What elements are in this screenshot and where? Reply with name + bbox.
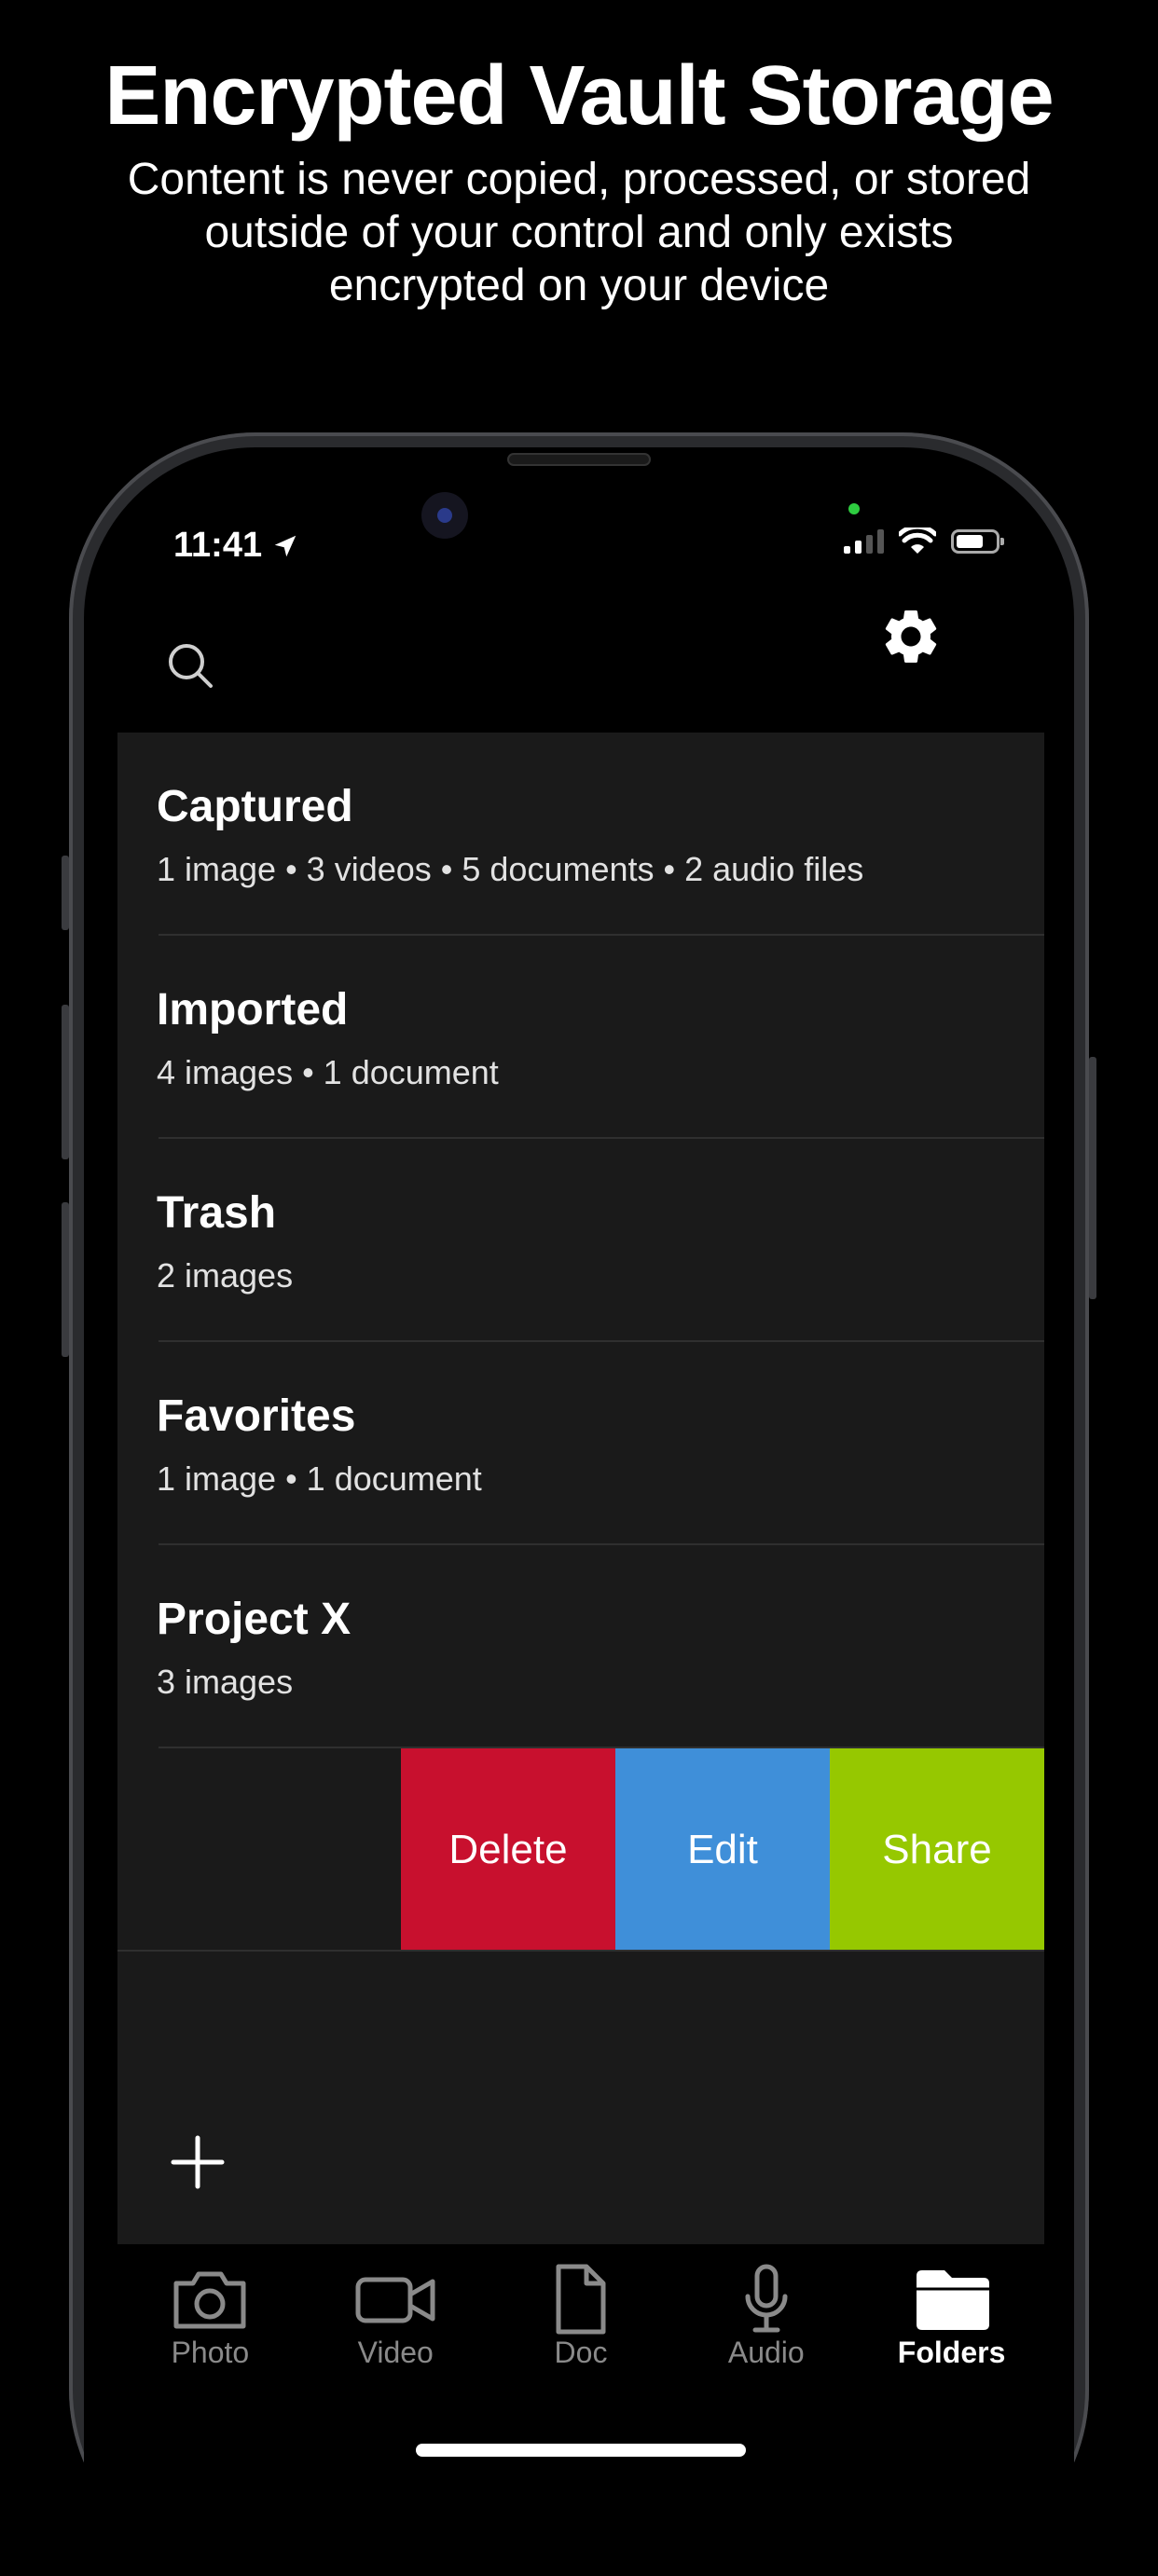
tab-label: Audio xyxy=(727,2336,805,2369)
folder-meta: 1 image • 1 document xyxy=(157,1459,482,1498)
phone-side-button xyxy=(62,856,69,930)
cellular-signal-icon xyxy=(844,529,884,554)
phone-screen: 11:41 Captured 1 image • 3 videos • 5 do… xyxy=(84,447,1074,2576)
folder-meta: 4 images • 1 document xyxy=(157,1053,499,1091)
speaker xyxy=(509,455,649,464)
edit-button[interactable]: Edit xyxy=(615,1748,830,1952)
phone-power-button xyxy=(1089,1057,1096,1299)
tab-label: Video xyxy=(357,2336,434,2369)
home-indicator[interactable] xyxy=(416,2444,746,2457)
tab-bar: Photo Video Doc Audio Folders xyxy=(117,2244,1044,2393)
plus-icon xyxy=(171,2135,225,2189)
settings-button[interactable] xyxy=(878,604,944,669)
folder-row-project-x[interactable]: Project X 3 images xyxy=(117,1545,1044,1748)
promo-headline: Encrypted Vault Storage xyxy=(104,49,1054,143)
location-arrow-icon xyxy=(274,535,296,556)
search-button[interactable] xyxy=(159,634,224,699)
status-time: 11:41 xyxy=(173,526,299,566)
phone-volume-up xyxy=(62,1005,69,1159)
folder-title: Trash xyxy=(157,1188,277,1238)
front-camera xyxy=(421,492,468,539)
folder-row-favorites[interactable]: Favorites 1 image • 1 document xyxy=(117,1342,1044,1545)
delete-button[interactable]: Delete xyxy=(401,1748,615,1952)
add-folder-button[interactable] xyxy=(168,2132,227,2192)
privacy-indicator xyxy=(848,503,860,514)
tab-audio[interactable]: Audio xyxy=(673,2244,859,2393)
tab-label: Folders xyxy=(897,2336,1006,2369)
folder-meta: 1 image • 3 videos • 5 documents • 2 aud… xyxy=(157,850,864,888)
folder-row-trash[interactable]: Trash 2 images xyxy=(117,1139,1044,1342)
tab-label: Photo xyxy=(171,2336,250,2369)
tab-label: Doc xyxy=(554,2336,608,2369)
tab-video[interactable]: Video xyxy=(303,2244,489,2393)
folder-title: Project X xyxy=(157,1595,352,1644)
wifi-icon xyxy=(899,528,936,554)
folder-title: Imported xyxy=(157,985,349,1035)
folder-title: Captured xyxy=(157,782,353,831)
document-icon xyxy=(556,2264,606,2335)
gear-icon xyxy=(885,610,937,663)
row-divider xyxy=(117,1950,1044,1952)
battery-icon xyxy=(951,529,1004,554)
status-time-text: 11:41 xyxy=(173,526,263,565)
video-icon xyxy=(355,2277,435,2323)
folder-meta: 2 images xyxy=(157,1256,294,1295)
phone-frame: 11:41 Captured 1 image • 3 videos • 5 do… xyxy=(69,432,1089,2576)
folder-list: Captured 1 image • 3 videos • 5 document… xyxy=(117,733,1044,2244)
promo-subline: Content is never copied, processed, or s… xyxy=(127,155,1031,310)
phone-volume-down xyxy=(62,1202,69,1357)
tab-photo[interactable]: Photo xyxy=(117,2244,303,2393)
camera-icon xyxy=(173,2271,246,2329)
search-icon xyxy=(169,644,213,688)
folder-row-imported[interactable]: Imported 4 images • 1 document xyxy=(117,936,1044,1139)
microphone-icon xyxy=(745,2264,788,2333)
folder-title: Favorites xyxy=(157,1391,356,1441)
folder-row-captured[interactable]: Captured 1 image • 3 videos • 5 document… xyxy=(117,733,1044,936)
swiped-folder-row[interactable]: Delete Edit Share xyxy=(117,1748,1044,1952)
folder-icon xyxy=(916,2270,989,2330)
tab-doc[interactable]: Doc xyxy=(489,2244,674,2393)
share-button[interactable]: Share xyxy=(830,1748,1044,1952)
status-indicators xyxy=(844,528,1004,555)
tab-folders[interactable]: Folders xyxy=(859,2244,1044,2393)
folder-meta: 3 images xyxy=(157,1663,294,1701)
